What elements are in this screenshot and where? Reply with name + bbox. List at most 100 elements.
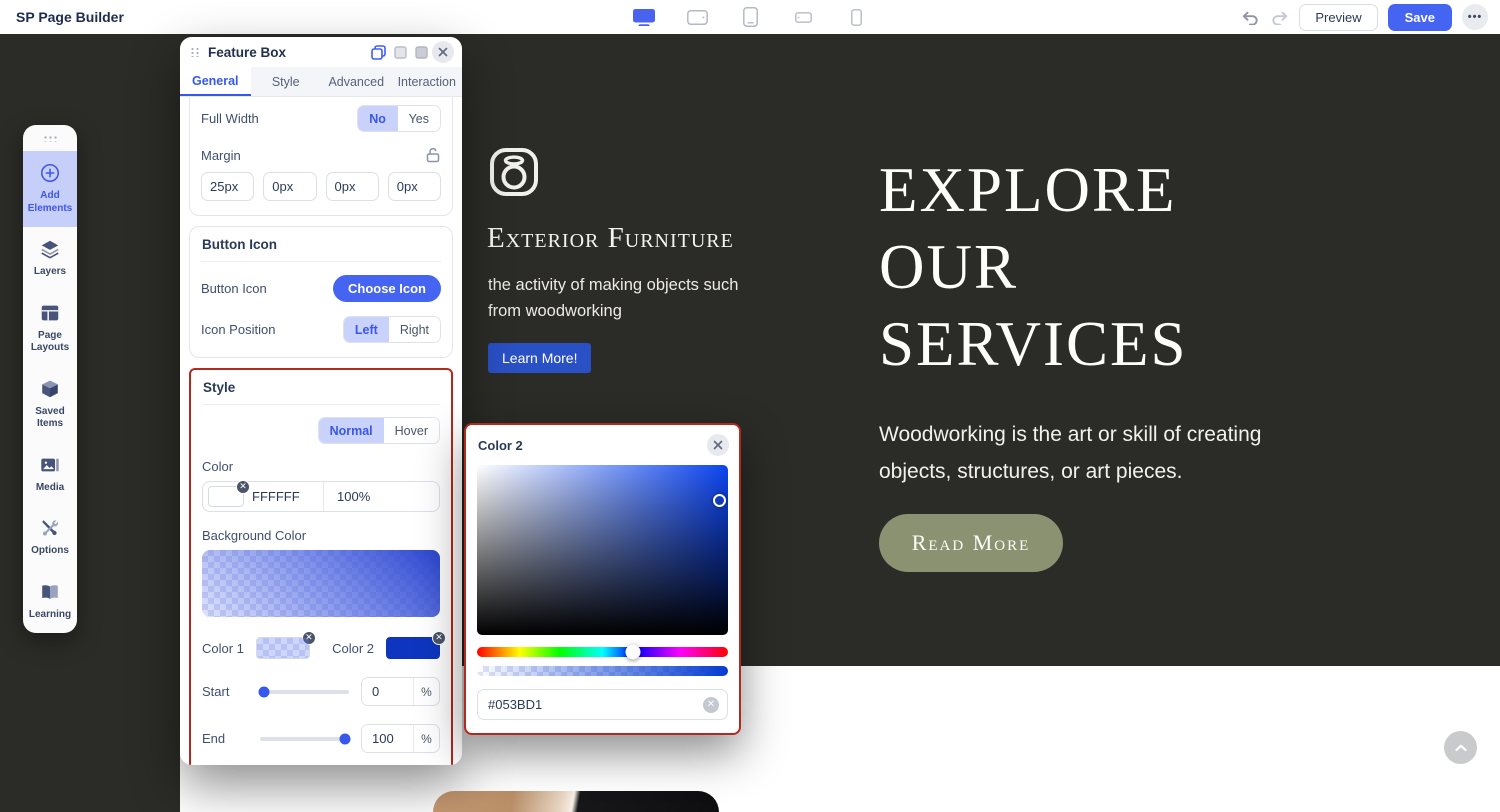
end-unit: % bbox=[413, 725, 439, 752]
gradient-preview[interactable] bbox=[202, 550, 440, 617]
hue-slider[interactable] bbox=[477, 644, 728, 660]
more-options-button[interactable]: ••• bbox=[1462, 4, 1488, 30]
feature-text-line1: the activity of making objects such bbox=[488, 276, 739, 294]
end-value-input[interactable] bbox=[362, 725, 413, 752]
start-slider-thumb[interactable] bbox=[258, 686, 270, 697]
sidebar-item-media[interactable]: Media bbox=[23, 443, 77, 507]
full-width-yes[interactable]: Yes bbox=[397, 106, 440, 131]
sidebar-item-label: Media bbox=[35, 481, 65, 493]
sidebar-item-options[interactable]: Options bbox=[23, 506, 77, 570]
button-icon-label: Button Icon bbox=[201, 281, 267, 296]
start-value-input[interactable] bbox=[362, 678, 413, 705]
hero-text-line1: Woodworking is the art or skill of creat… bbox=[879, 423, 1262, 446]
sidebar-item-label: Saved Items bbox=[35, 405, 65, 430]
choose-icon-button[interactable]: Choose Icon bbox=[332, 275, 441, 302]
start-unit: % bbox=[413, 678, 439, 705]
state-toggle: Normal Hover bbox=[317, 417, 440, 444]
margin-left-input[interactable] bbox=[387, 172, 441, 201]
icon-position-label: Icon Position bbox=[201, 322, 276, 337]
device-mobile-landscape-icon[interactable] bbox=[790, 6, 816, 28]
end-slider[interactable] bbox=[260, 733, 351, 744]
drag-dots-icon bbox=[42, 134, 58, 142]
panel-close-button[interactable] bbox=[432, 41, 454, 63]
device-switcher bbox=[631, 6, 869, 28]
hex-input[interactable] bbox=[488, 697, 703, 712]
learn-more-button[interactable]: Learn More! bbox=[488, 343, 592, 373]
tab-general[interactable]: General bbox=[180, 67, 251, 96]
tools-icon bbox=[42, 520, 59, 536]
color-swatch[interactable]: ✕ bbox=[208, 480, 250, 507]
clear-color-icon[interactable]: ✕ bbox=[236, 480, 250, 494]
close-icon bbox=[438, 47, 448, 57]
topbar-actions: Preview Save ••• bbox=[1241, 3, 1488, 31]
device-tablet-portrait-icon[interactable] bbox=[737, 6, 763, 28]
saturation-area[interactable] bbox=[477, 465, 728, 635]
save-button[interactable]: Save bbox=[1387, 3, 1452, 31]
redo-icon[interactable] bbox=[1270, 10, 1289, 25]
sidebar-drag-handle[interactable] bbox=[23, 125, 77, 151]
device-desktop-icon[interactable] bbox=[631, 6, 657, 28]
tab-advanced[interactable]: Advanced bbox=[321, 67, 392, 96]
margin-right-input[interactable] bbox=[263, 172, 317, 201]
dock-panel-right-icon[interactable] bbox=[415, 45, 428, 59]
button-icon-row: Button Icon Choose Icon bbox=[201, 275, 441, 302]
read-more-button[interactable]: Read More bbox=[879, 514, 1063, 572]
margin-top-input[interactable] bbox=[201, 172, 255, 201]
end-slider-thumb[interactable] bbox=[339, 733, 351, 744]
color-hex-value[interactable]: FFFFFF bbox=[252, 489, 323, 504]
color1-swatch[interactable]: ✕ bbox=[255, 631, 316, 659]
unlock-icon[interactable] bbox=[425, 147, 441, 163]
icon-position-right[interactable]: Right bbox=[388, 317, 440, 342]
state-hover[interactable]: Hover bbox=[383, 418, 439, 443]
undo-icon[interactable] bbox=[1241, 10, 1260, 25]
sidebar-item-label: Page Layouts bbox=[30, 329, 70, 354]
chevron-up-icon bbox=[1454, 744, 1467, 751]
device-mobile-portrait-icon[interactable] bbox=[843, 6, 869, 28]
tab-interaction[interactable]: Interaction bbox=[392, 67, 463, 96]
device-tablet-landscape-icon[interactable] bbox=[684, 6, 710, 28]
gradient-colors-row: Color 1 ✕ Color 2 ✕ bbox=[202, 631, 446, 659]
full-width-row: Full Width No Yes bbox=[201, 105, 441, 132]
picker-close-button[interactable] bbox=[707, 434, 729, 456]
sidebar-item-add-elements[interactable]: Add Elements bbox=[23, 151, 77, 227]
clear-color1-icon[interactable]: ✕ bbox=[301, 631, 316, 645]
plus-circle-icon bbox=[40, 163, 60, 183]
hero-heading-line2: OUR bbox=[879, 232, 1019, 302]
start-value-box: % bbox=[361, 677, 440, 706]
sidebar-item-label: Learning bbox=[28, 608, 72, 620]
margin-bottom-input[interactable] bbox=[325, 172, 379, 201]
color2-swatch[interactable]: ✕ bbox=[386, 631, 446, 659]
state-normal[interactable]: Normal bbox=[318, 418, 384, 443]
icon-position-left[interactable]: Left bbox=[343, 317, 389, 342]
builder-sidebar: Add Elements Layers Page Layouts Saved I… bbox=[23, 125, 77, 633]
book-icon bbox=[42, 584, 58, 599]
color-input[interactable]: ✕ FFFFFF 100% bbox=[202, 480, 440, 512]
panel-title: Feature Box bbox=[208, 44, 287, 60]
sidebar-item-saved-items[interactable]: Saved Items bbox=[23, 367, 77, 443]
margin-row: Margin bbox=[201, 147, 441, 163]
clear-color2-icon[interactable]: ✕ bbox=[432, 631, 446, 645]
color2-label: Color 2 bbox=[332, 640, 374, 656]
alpha-slider[interactable] bbox=[477, 666, 728, 676]
full-width-no[interactable]: No bbox=[357, 106, 398, 131]
general-settings-group: Full Width No Yes Margin bbox=[189, 97, 453, 216]
clear-hex-icon[interactable]: ✕ bbox=[703, 696, 719, 713]
end-row: End % bbox=[202, 724, 440, 753]
saturation-cursor[interactable] bbox=[713, 493, 726, 507]
sidebar-item-page-layouts[interactable]: Page Layouts bbox=[23, 291, 77, 367]
start-row: Start % bbox=[202, 677, 440, 706]
panel-drag-handle-icon[interactable] bbox=[190, 47, 200, 57]
end-value-box: % bbox=[361, 724, 440, 753]
preview-button[interactable]: Preview bbox=[1299, 3, 1378, 31]
color-opacity-value[interactable]: 100% bbox=[324, 489, 439, 504]
sidebar-item-layers[interactable]: Layers bbox=[23, 227, 77, 291]
sidebar-item-label: Options bbox=[31, 545, 69, 556]
start-slider[interactable] bbox=[258, 686, 349, 697]
duplicate-panel-icon[interactable] bbox=[371, 44, 386, 60]
sidebar-item-learning[interactable]: Learning bbox=[23, 570, 77, 634]
color-label: Color bbox=[202, 459, 234, 474]
dock-panel-left-icon[interactable] bbox=[394, 45, 407, 59]
tab-style[interactable]: Style bbox=[251, 67, 322, 96]
scroll-to-top-button[interactable] bbox=[1444, 731, 1477, 764]
hue-slider-thumb[interactable] bbox=[625, 644, 641, 660]
